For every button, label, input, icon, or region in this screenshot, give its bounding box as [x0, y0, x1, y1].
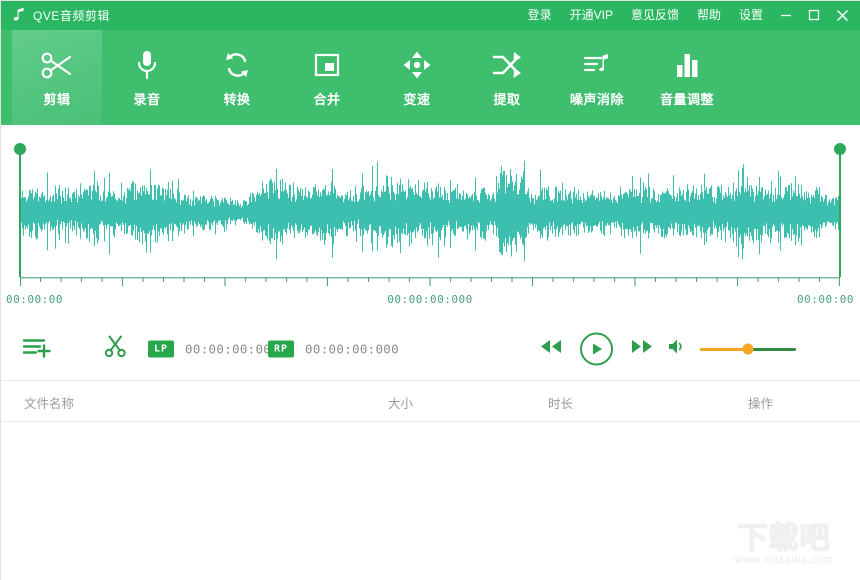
add-file-icon	[22, 335, 52, 364]
column-file-duration: 时长	[548, 397, 574, 411]
forward-icon[interactable]	[631, 339, 653, 360]
shuffle-extract-icon	[491, 48, 523, 82]
lp-time-value: 00:00:00:000	[185, 341, 279, 357]
file-list-body[interactable]	[0, 422, 860, 580]
menu-item-open-vip[interactable]: 开通VIP	[561, 0, 622, 30]
tab-merge-label: 合并	[313, 91, 341, 107]
rewind-icon[interactable]	[540, 339, 562, 360]
menu-item-settings[interactable]: 设置	[730, 0, 772, 30]
selection-end-knob[interactable]	[834, 143, 846, 155]
file-list-header: 文件名称 大小 时长 操作	[0, 381, 860, 422]
merge-square-icon	[312, 48, 342, 82]
tab-edit-label: 剪辑	[43, 91, 71, 107]
time-end-label: 00:00:00	[797, 293, 854, 306]
minimize-icon[interactable]	[772, 0, 800, 30]
tab-extract[interactable]: 提取	[462, 30, 552, 125]
column-file-actions: 操作	[748, 397, 774, 411]
scissors-cut-icon	[104, 335, 128, 364]
tab-record[interactable]: 录音	[102, 30, 192, 125]
file-list: 文件名称 大小 时长 操作	[0, 380, 860, 580]
tab-speed[interactable]: 变速	[372, 30, 462, 125]
menu-item-login[interactable]: 登录	[519, 0, 561, 30]
title-bar-left: QVE音频剪辑	[0, 7, 110, 24]
scissors-icon	[40, 48, 74, 82]
left-point-group[interactable]: LP 00:00:00:000	[148, 340, 279, 358]
rp-badge[interactable]: RP	[268, 340, 295, 358]
menu-item-help[interactable]: 帮助	[688, 0, 730, 30]
timeline-labels: 00:00:00 00:00:00:000 00:00:00	[0, 293, 860, 311]
time-center-label: 00:00:00:000	[387, 293, 473, 306]
playback-buttons	[540, 332, 653, 366]
volume-slider-fill	[700, 347, 748, 351]
tab-convert[interactable]: 转换	[192, 30, 282, 125]
lp-badge[interactable]: LP	[148, 340, 175, 358]
volume-slider-knob[interactable]	[742, 343, 754, 355]
menu-item-feedback[interactable]: 意见反馈	[622, 0, 688, 30]
rp-time-value: 00:00:00:000	[305, 341, 399, 357]
tab-record-label: 录音	[133, 91, 161, 107]
tab-speed-label: 变速	[403, 91, 431, 107]
tab-convert-label: 转换	[223, 91, 251, 107]
player-control-bar: LP 00:00:00:000 RP 00:00:00:000	[0, 318, 860, 380]
add-file-button[interactable]	[22, 335, 52, 364]
cut-button[interactable]	[104, 335, 128, 364]
column-file-size: 大小	[388, 397, 414, 411]
convert-refresh-icon	[222, 48, 252, 82]
waveform-panel[interactable]: 00:00:00 00:00:00:000 00:00:00	[0, 125, 860, 310]
selection-start-knob[interactable]	[14, 143, 26, 155]
selection-end-handle[interactable]	[834, 143, 846, 277]
title-bar-right: 登录 开通VIP 意见反馈 帮助 设置	[519, 0, 860, 30]
app-title: QVE音频剪辑	[33, 8, 110, 23]
close-icon[interactable]	[828, 0, 856, 30]
right-point-group[interactable]: RP 00:00:00:000	[268, 340, 399, 358]
noise-note-icon	[581, 48, 613, 82]
tab-edit[interactable]: 剪辑	[12, 30, 102, 125]
timeline-ruler[interactable]	[20, 277, 840, 293]
microphone-icon	[132, 48, 162, 82]
volume-icon[interactable]	[668, 338, 686, 360]
title-bar: QVE音频剪辑 登录 开通VIP 意见反馈 帮助 设置	[0, 0, 860, 30]
time-start-label: 00:00:00	[6, 293, 63, 306]
music-note-icon	[12, 7, 26, 23]
tab-merge[interactable]: 合并	[282, 30, 372, 125]
tab-noise-removal-label: 噪声消除	[569, 91, 624, 107]
main-toolbar: 剪辑 录音 转换 合并 变速 提取 噪声消除 音量调整	[0, 30, 860, 125]
volume-slider[interactable]	[700, 343, 796, 355]
app-window: QVE音频剪辑 登录 开通VIP 意见反馈 帮助 设置 剪辑 录音 转换 合并 …	[0, 0, 860, 580]
selection-start-handle[interactable]	[14, 143, 26, 277]
tab-extract-label: 提取	[493, 91, 521, 107]
speed-arrows-icon	[402, 48, 432, 82]
tab-volume-adjust[interactable]: 音量调整	[642, 30, 732, 125]
tab-volume-adjust-label: 音量调整	[659, 91, 714, 107]
maximize-icon[interactable]	[800, 0, 828, 30]
play-button[interactable]	[580, 332, 613, 366]
play-icon	[592, 343, 602, 355]
volume-control[interactable]	[668, 338, 796, 360]
tab-noise-removal[interactable]: 噪声消除	[552, 30, 642, 125]
volume-bars-icon	[672, 48, 702, 82]
waveform-display[interactable]	[20, 152, 840, 272]
column-file-name: 文件名称	[24, 397, 75, 411]
